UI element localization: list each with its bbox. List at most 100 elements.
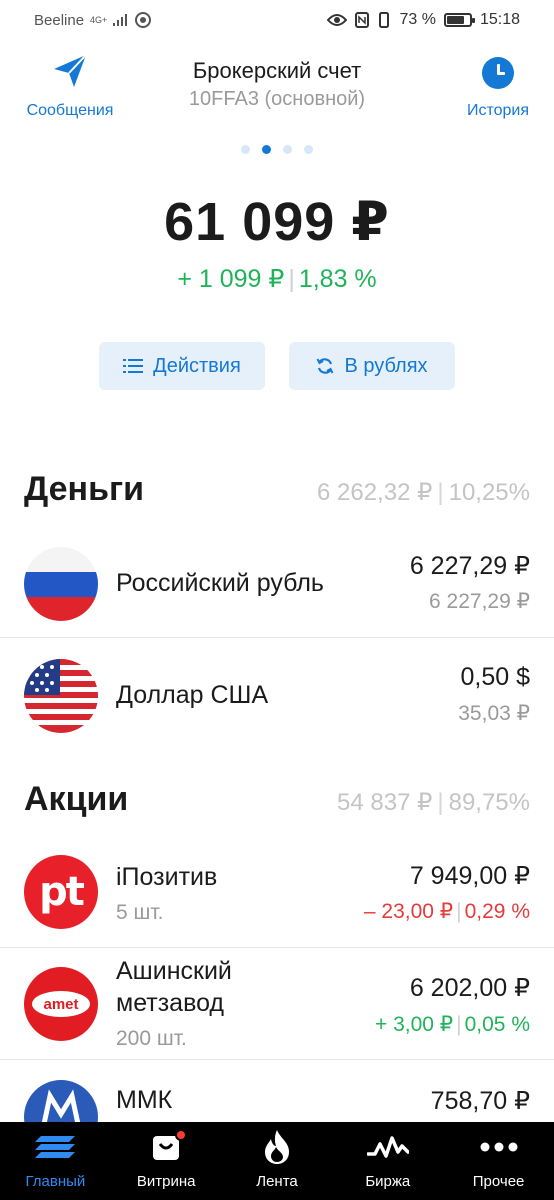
stocks-section-header[interactable]: Акции 54 837 ₽ | 89,75% bbox=[0, 780, 554, 820]
stock-name-line2: метзавод bbox=[116, 989, 225, 1017]
list-icon bbox=[123, 359, 144, 373]
pager-dot-active[interactable] bbox=[262, 145, 271, 154]
russia-flag-icon bbox=[24, 547, 98, 621]
money-sum: 6 262,32 ₽ bbox=[317, 479, 433, 506]
bottom-tab-bar: Главный Витрина Лента Биржа Прочее bbox=[0, 1122, 554, 1200]
notification-badge bbox=[175, 1129, 188, 1141]
change-absolute: + 1 099 ₽ bbox=[177, 265, 285, 293]
stock-name: ММК bbox=[116, 1086, 173, 1114]
currency-value-rub: 6 227,29 ₽ bbox=[429, 590, 530, 613]
stock-row-mmk[interactable]: ММК 758,70 ₽ bbox=[0, 1080, 554, 1124]
stocks-sum: 54 837 ₽ bbox=[337, 789, 433, 816]
more-dots-icon bbox=[480, 1142, 518, 1152]
pager-dot[interactable] bbox=[304, 145, 313, 154]
actions-label: Действия bbox=[153, 354, 241, 377]
stocks-section-sum: 54 837 ₽ | 89,75% bbox=[337, 788, 530, 817]
money-section-sum: 6 262,32 ₽ | 10,25% bbox=[317, 478, 530, 507]
currency-value: 0,50 $ bbox=[460, 663, 530, 691]
stock-change-abs: + 3,00 ₽ bbox=[374, 1013, 454, 1036]
eye-icon bbox=[327, 14, 348, 26]
nfc-icon bbox=[355, 12, 370, 28]
stock-name: iПозитив bbox=[116, 863, 218, 891]
pager-dot[interactable] bbox=[241, 145, 250, 154]
currency-value-rub: 35,03 ₽ bbox=[458, 702, 530, 725]
history-label: История bbox=[466, 102, 530, 119]
account-header: Сообщения Брокерский счет 10FFA3 (основн… bbox=[0, 52, 554, 132]
money-section-title: Деньги bbox=[24, 470, 145, 508]
stock-value: 6 202,00 ₽ bbox=[409, 974, 530, 1002]
flame-icon bbox=[264, 1130, 289, 1164]
separator: | bbox=[437, 789, 444, 816]
amet-logo-icon: amet bbox=[24, 967, 98, 1041]
money-share: 10,25% bbox=[448, 479, 530, 506]
separator: | bbox=[456, 900, 462, 923]
divider bbox=[0, 1059, 554, 1060]
tab-showcase[interactable]: Витрина bbox=[111, 1122, 222, 1200]
pulse-icon bbox=[366, 1136, 409, 1158]
stocks-section-title: Акции bbox=[24, 780, 129, 818]
stock-change: – 23,00 ₽ | 0,29 % bbox=[364, 899, 530, 924]
currency-value: 6 227,29 ₽ bbox=[409, 552, 530, 580]
tab-label: Лента bbox=[256, 1173, 298, 1190]
separator: | bbox=[456, 1013, 462, 1036]
clock-time: 15:18 bbox=[479, 11, 520, 28]
tab-label: Прочее bbox=[472, 1173, 525, 1190]
status-bar: Beeline 4G+ 73 % 15:18 bbox=[0, 0, 554, 40]
status-left: Beeline 4G+ bbox=[34, 11, 152, 29]
money-section-header[interactable]: Деньги 6 262,32 ₽ | 10,25% bbox=[0, 470, 554, 510]
actions-button[interactable]: Действия bbox=[99, 342, 265, 390]
history-button[interactable]: История bbox=[464, 52, 532, 120]
tab-label: Витрина bbox=[136, 1173, 196, 1190]
logo-text: amet bbox=[43, 995, 79, 1013]
carrier-name: Beeline bbox=[34, 11, 85, 29]
logo-text: pt bbox=[39, 869, 85, 915]
mmk-logo-icon bbox=[24, 1080, 98, 1124]
stock-value: 758,70 ₽ bbox=[430, 1087, 530, 1115]
change-percent: 1,83 % bbox=[298, 265, 377, 293]
actions-row: Действия В рублях bbox=[0, 342, 554, 390]
tab-feed[interactable]: Лента bbox=[222, 1122, 333, 1200]
tab-main[interactable]: Главный bbox=[0, 1122, 111, 1200]
money-row-rub[interactable]: Российский рубль 6 227,29 ₽ 6 227,29 ₽ bbox=[0, 545, 554, 637]
stock-quantity: 200 шт. bbox=[116, 1027, 187, 1050]
amet-logo-oval: amet bbox=[32, 991, 90, 1017]
positive-logo-icon: pt bbox=[24, 855, 98, 929]
tab-label: Биржа bbox=[365, 1173, 411, 1190]
chrome-icon bbox=[135, 12, 152, 28]
refresh-icon bbox=[317, 358, 334, 374]
currency-label: В рублях bbox=[344, 354, 428, 377]
stock-change: + 3,00 ₽ | 0,05 % bbox=[375, 1012, 530, 1037]
tab-label: Главный bbox=[25, 1173, 86, 1190]
status-right: 73 % 15:18 bbox=[327, 11, 520, 29]
battery-icon bbox=[443, 13, 475, 27]
tab-exchange[interactable]: Биржа bbox=[332, 1122, 443, 1200]
clock-icon bbox=[482, 57, 514, 89]
stock-row-positive[interactable]: pt iПозитив 5 шт. 7 949,00 ₽ – 23,00 ₽ | 0… bbox=[0, 855, 554, 947]
vibrate-icon bbox=[379, 12, 390, 28]
portfolio-change: + 1 099 ₽ | 1,83 % bbox=[0, 264, 554, 294]
currency-name: Доллар США bbox=[116, 681, 269, 709]
portfolio-total: 61 099 ₽ bbox=[164, 192, 390, 252]
currency-toggle-button[interactable]: В рублях bbox=[289, 342, 455, 390]
stock-change-abs: – 23,00 ₽ bbox=[363, 900, 454, 923]
pager-dot[interactable] bbox=[283, 145, 292, 154]
usa-flag-icon bbox=[24, 659, 98, 733]
account-pager-dots[interactable] bbox=[0, 145, 554, 154]
battery-percent: 73 % bbox=[399, 11, 436, 28]
separator: | bbox=[437, 479, 444, 506]
signal-icon bbox=[113, 14, 128, 26]
tab-more[interactable]: Прочее bbox=[443, 1122, 554, 1200]
stock-name-line1: Ашинский bbox=[116, 957, 232, 985]
stock-value: 7 949,00 ₽ bbox=[409, 862, 530, 890]
network-type: 4G+ bbox=[90, 14, 108, 25]
stocks-share: 89,75% bbox=[448, 789, 530, 816]
money-row-usd[interactable]: Доллар США 0,50 $ 35,03 ₽ bbox=[0, 657, 554, 749]
stock-change-pct: 0,05 % bbox=[464, 1013, 530, 1036]
stock-change-pct: 0,29 % bbox=[464, 900, 530, 923]
divider bbox=[0, 947, 554, 948]
divider bbox=[0, 637, 554, 638]
home-stripes-icon bbox=[35, 1136, 76, 1158]
stock-quantity: 5 шт. bbox=[116, 901, 164, 924]
stock-row-amet[interactable]: amet Ашинский метзавод 200 шт. 6 202,00 … bbox=[0, 957, 554, 1059]
currency-name: Российский рубль bbox=[116, 569, 324, 597]
